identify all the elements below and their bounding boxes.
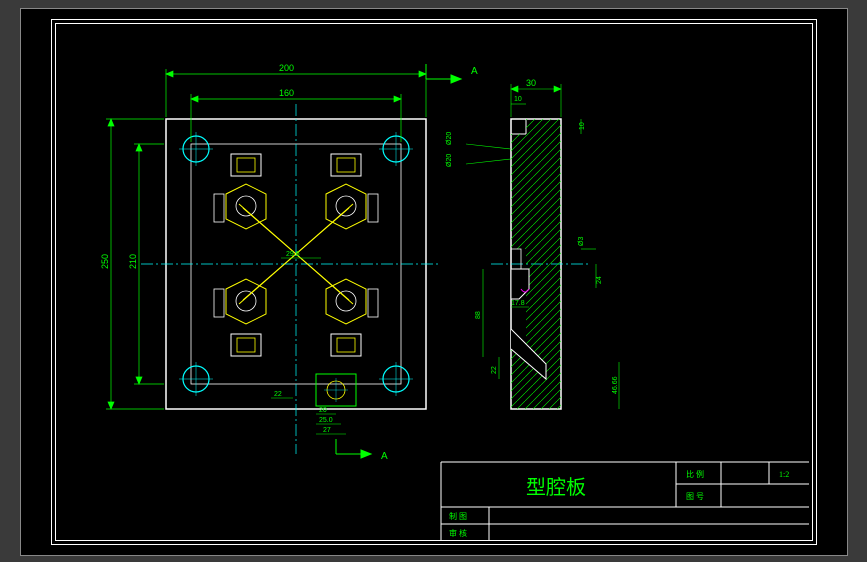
dim-dia3: Ø3 (578, 237, 585, 246)
section-cut-bot (336, 439, 371, 458)
title-block-lines (441, 462, 809, 541)
dims-bottom (271, 398, 346, 434)
dim-10a: 10 (514, 96, 522, 103)
dim-200: 200 (279, 63, 294, 73)
dim-4666: 46.66 (612, 376, 619, 394)
section-mark-top: A (471, 66, 478, 77)
dim-25: 25.0 (319, 417, 333, 424)
checked-label: 审 核 (449, 528, 467, 538)
drawing-canvas[interactable]: 29.6 200 160 (20, 8, 848, 556)
section-mark-bot: A (381, 451, 388, 462)
dim-dia20b: Ø20 (446, 154, 453, 167)
dim-10b: 10 (579, 122, 586, 130)
dim-160: 160 (279, 88, 294, 98)
dim-dia20a: Ø20 (446, 132, 453, 145)
dim-22: 22 (274, 391, 282, 398)
dim-30: 30 (526, 78, 536, 88)
dim-22b: 22 (491, 366, 498, 374)
drawn-label: 制 图 (449, 511, 467, 521)
section-cut-top (426, 64, 461, 83)
dim-296: 29.6 (286, 251, 300, 258)
dim-88: 88 (475, 311, 482, 319)
dim-178: 17.8 (511, 300, 525, 307)
dim-27: 27 (323, 427, 331, 434)
dim-24: 24 (596, 276, 603, 284)
scale-value: 1:2 (779, 470, 789, 479)
drawing-title: 型腔板 (526, 476, 586, 499)
dim-250: 250 (100, 254, 110, 269)
cad-viewport: 29.6 200 160 (0, 0, 867, 562)
dim-210: 210 (128, 254, 138, 269)
dwgno-label: 图 号 (686, 492, 704, 501)
section-view (491, 119, 591, 409)
drawing-svg: 29.6 200 160 (21, 9, 847, 555)
dim-20: 20 (319, 407, 327, 414)
scale-label: 比 例 (686, 469, 704, 479)
